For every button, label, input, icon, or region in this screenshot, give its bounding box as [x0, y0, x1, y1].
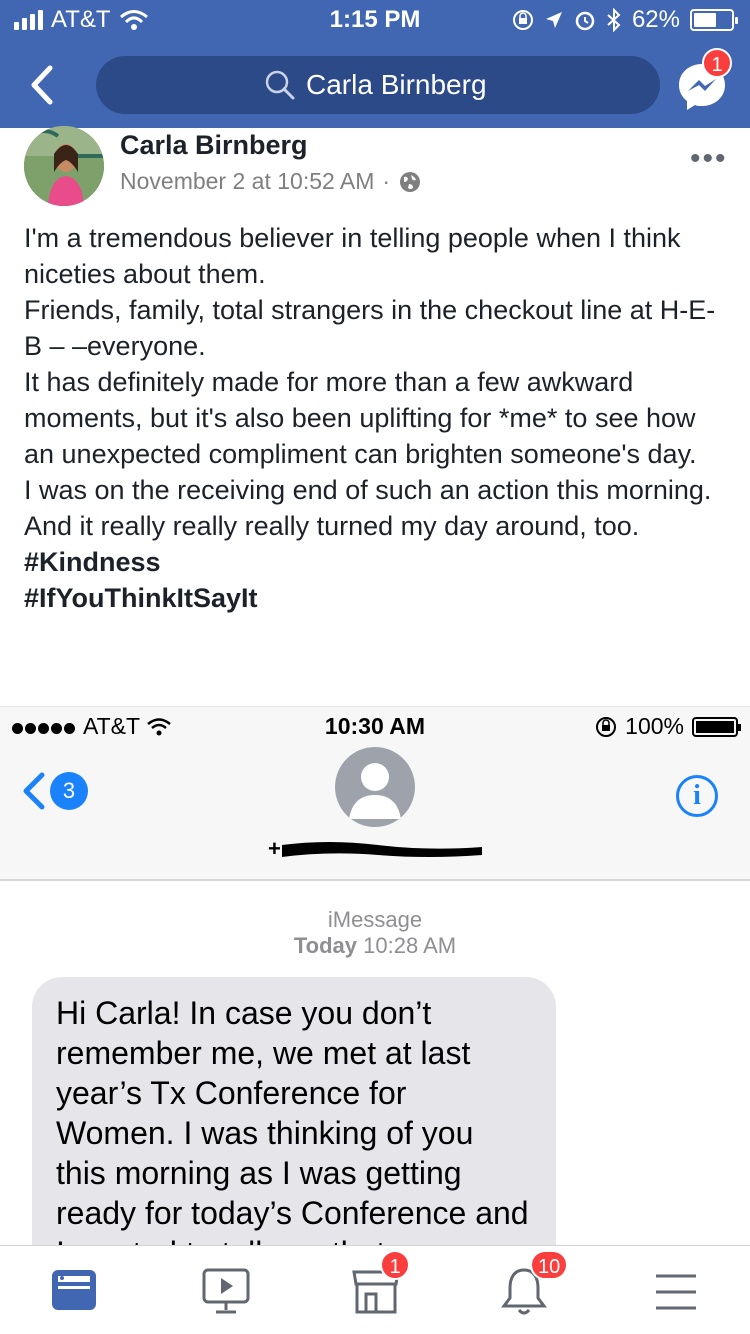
embedded-status-bar: AT&T 10:30 AM 100%	[0, 713, 750, 745]
battery-percent: 62%	[631, 6, 680, 33]
tab-notifications[interactable]: 10	[494, 1250, 569, 1320]
back-chevron-icon	[23, 772, 45, 810]
post-date[interactable]: November 2 at 10:52 AM	[120, 168, 374, 195]
search-icon	[265, 70, 295, 100]
post-paragraph: I was on the receiving end of such an ac…	[24, 475, 712, 505]
notifications-badge: 10	[530, 1250, 569, 1280]
bottom-tab-bar: 1 10	[0, 1245, 750, 1334]
rotation-lock-icon	[596, 716, 617, 737]
tab-menu[interactable]	[646, 1264, 706, 1320]
service-label: iMessage	[327, 907, 423, 932]
avatar-photo	[24, 126, 104, 206]
top-navigation-bar: AT&T 1:15 PM 62% Carla Birnberg 1	[0, 0, 750, 128]
marketplace-badge: 1	[380, 1250, 410, 1280]
post-image[interactable]: AT&T 10:30 AM 100% 3 + i iMessage Today …	[0, 706, 750, 1246]
redacted-phone-number: +	[268, 837, 482, 861]
messenger-button[interactable]: 1	[676, 48, 732, 112]
timestamp-day: Today	[293, 933, 358, 958]
status-bar: AT&T 1:15 PM 62%	[0, 0, 750, 40]
video-watch-icon	[202, 1268, 250, 1314]
rotation-lock-icon	[512, 10, 533, 30]
globe-icon	[400, 171, 421, 192]
alarm-icon	[575, 11, 595, 31]
info-icon: i	[676, 775, 718, 817]
tab-marketplace[interactable]: 1	[346, 1250, 410, 1320]
author-avatar[interactable]	[24, 126, 104, 206]
contact-avatar	[335, 747, 415, 827]
battery-icon	[692, 716, 741, 737]
search-query: Carla Birnberg	[306, 69, 487, 100]
timestamp-time: 10:28 AM	[363, 933, 457, 958]
svg-text:+: +	[268, 837, 281, 861]
tab-news-feed[interactable]	[44, 1264, 104, 1320]
post-paragraph: I'm a tremendous believer in telling peo…	[24, 223, 681, 289]
message-timestamp: Today 10:28 AM	[0, 933, 750, 959]
post-body: I'm a tremendous believer in telling peo…	[24, 220, 724, 616]
search-bar[interactable]: Carla Birnberg	[96, 56, 660, 114]
news-feed-icon	[52, 1270, 96, 1310]
post-paragraph: And it really really really turned my da…	[24, 511, 640, 541]
post-paragraph: Friends, family, total strangers in the …	[24, 295, 716, 361]
tab-watch[interactable]	[196, 1264, 256, 1320]
post-meta: November 2 at 10:52 AM ·	[120, 168, 422, 195]
imessage-back-button: 3	[20, 771, 88, 811]
more-options-button[interactable]: •••	[690, 142, 728, 176]
battery-icon	[690, 9, 738, 31]
post-paragraph: It has definitely made for more than a f…	[24, 367, 697, 469]
unread-count-badge: 3	[50, 772, 88, 810]
meta-separator: ·	[382, 168, 391, 194]
bluetooth-icon	[607, 8, 621, 32]
hamburger-menu-icon	[656, 1274, 696, 1310]
embedded-battery-percent: 100%	[625, 713, 684, 739]
post-author[interactable]: Carla Birnberg	[120, 130, 308, 161]
message-bubble: Hi Carla! In case you don’t remember me,…	[32, 977, 556, 1246]
location-arrow-icon	[545, 12, 562, 28]
hashtag-link[interactable]: #Kindness	[24, 544, 724, 580]
imessage-header: AT&T 10:30 AM 100% 3 + i	[0, 707, 750, 881]
person-silhouette-icon	[349, 763, 401, 819]
messenger-badge: 1	[702, 48, 732, 78]
hashtag-link[interactable]: #IfYouThinkItSayIt	[24, 580, 724, 616]
back-chevron-icon[interactable]	[20, 60, 64, 110]
